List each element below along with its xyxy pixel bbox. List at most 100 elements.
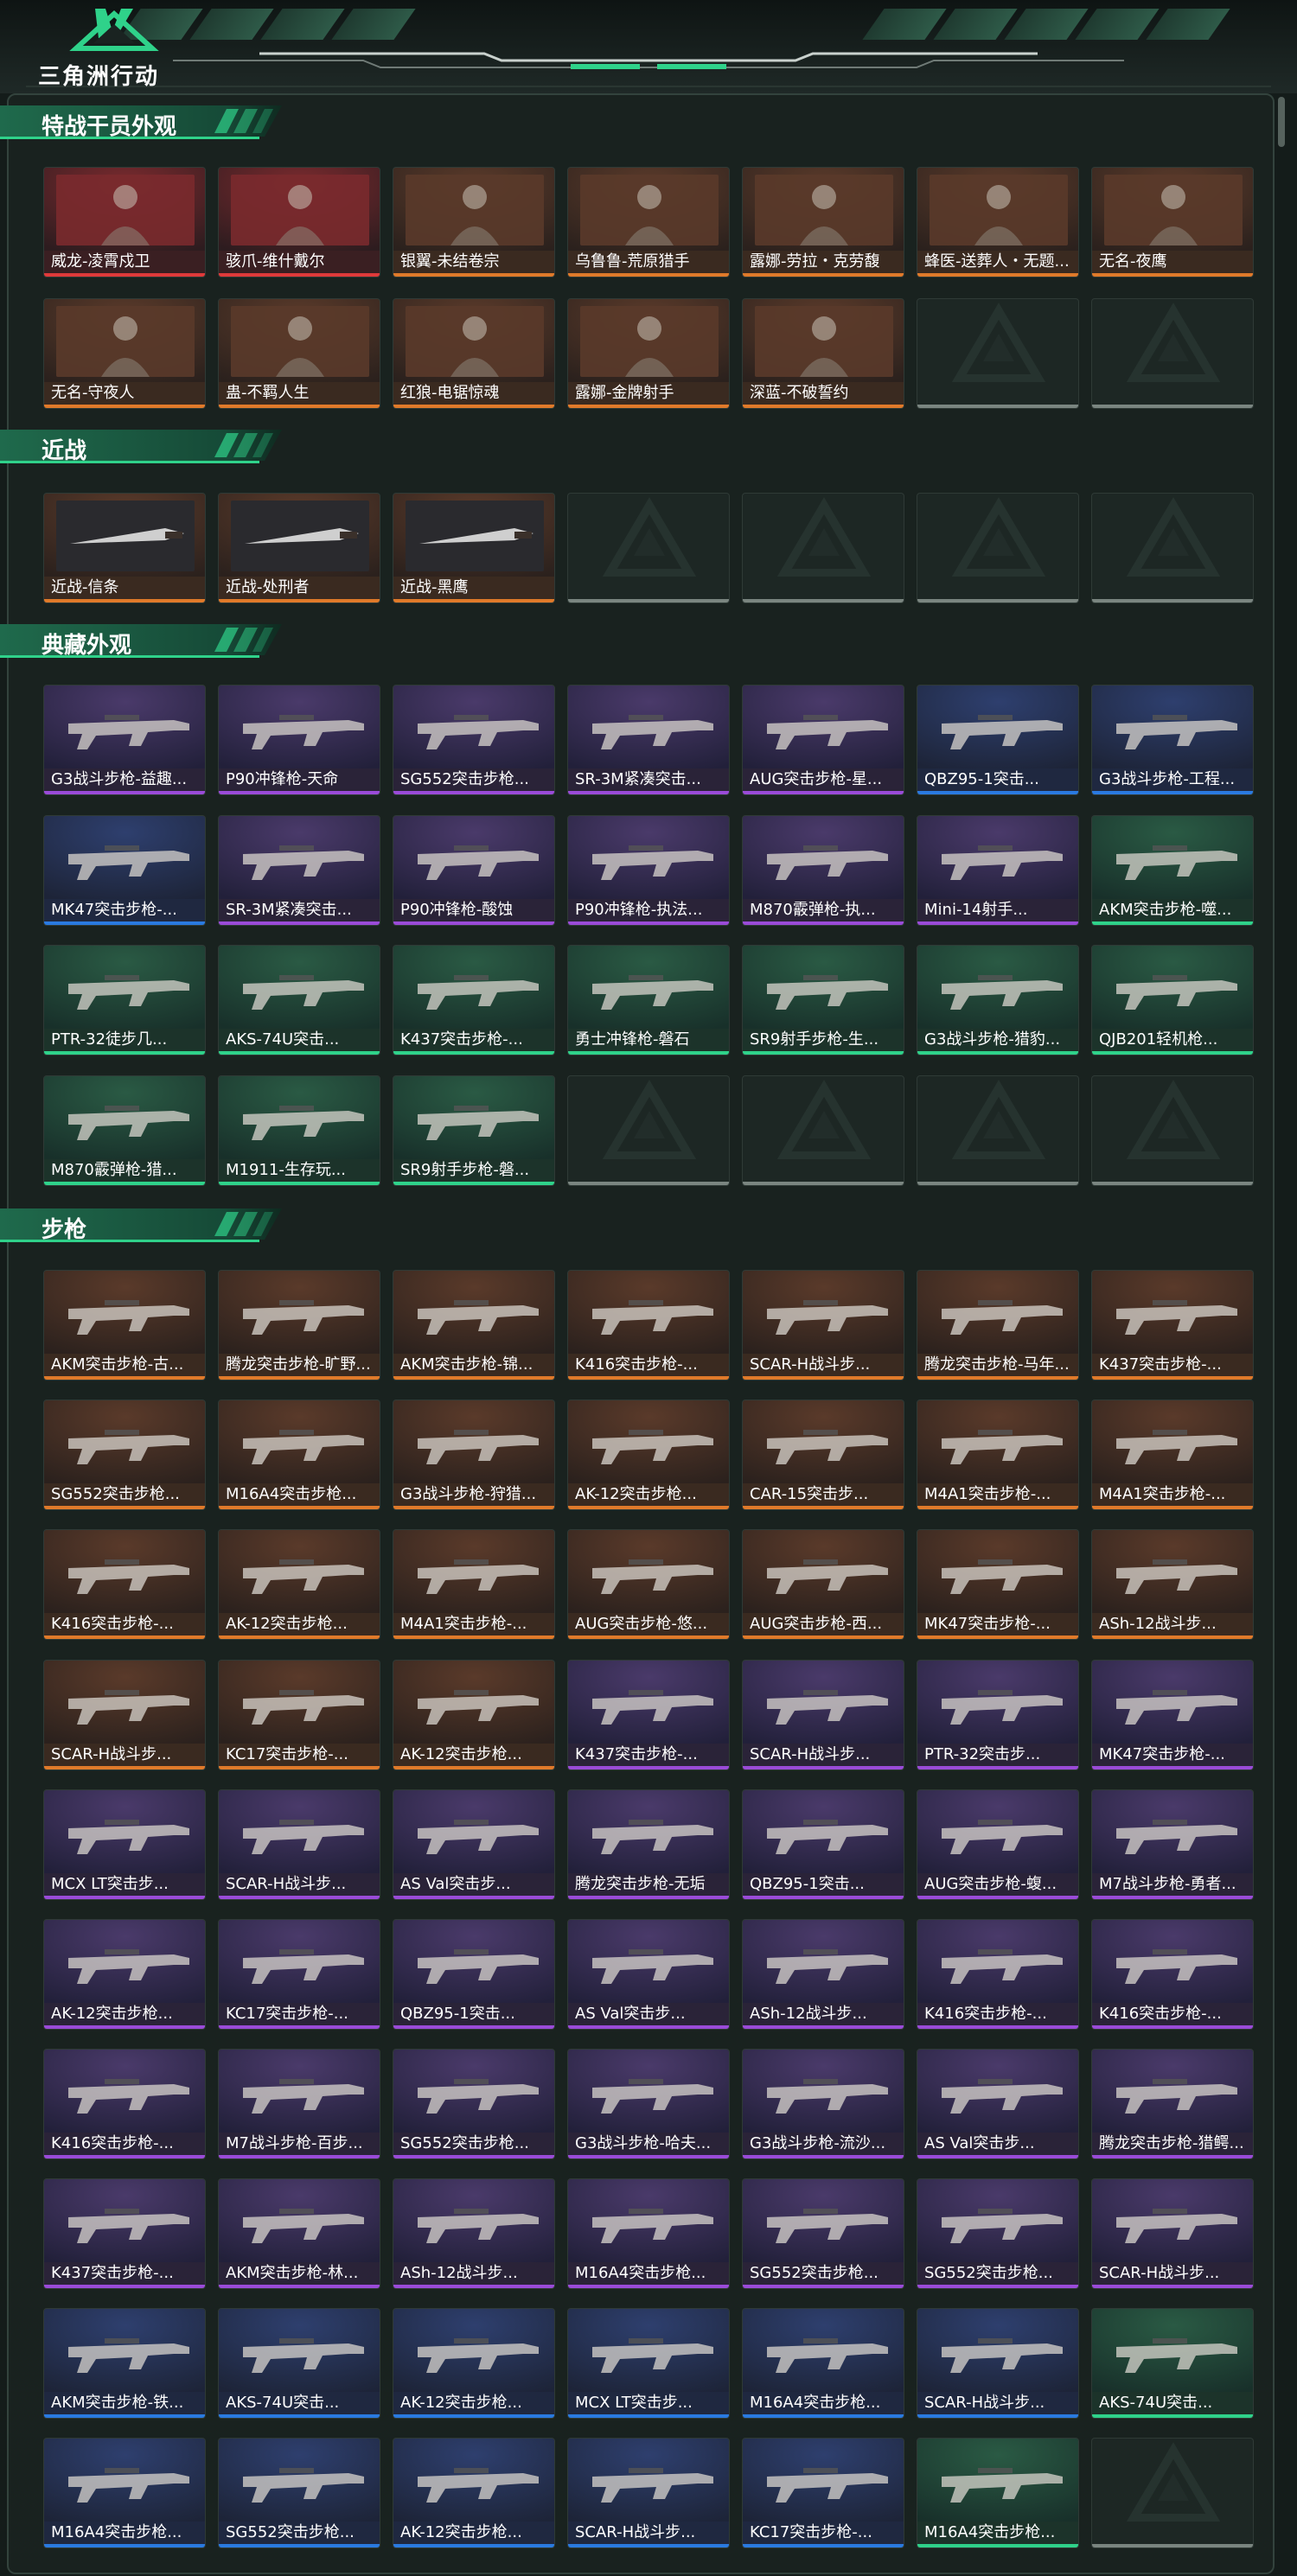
skin-card-m16a4[interactable]: M16A4突击步枪...	[218, 1400, 380, 1510]
skin-card-item[interactable]: 近战-处刑者	[218, 493, 380, 603]
skin-card-m870[interactable]: M870霰弹枪-执...	[742, 815, 904, 926]
skin-card-g3[interactable]: G3战斗步枪-流沙...	[742, 2049, 904, 2159]
skin-card-m870[interactable]: M870霰弹枪-猎...	[43, 1075, 206, 1186]
skin-card-ak-12[interactable]: AK-12突击步枪...	[218, 1529, 380, 1640]
skin-card-sr9[interactable]: SR9射手步枪-磐...	[393, 1075, 555, 1186]
skin-card-m4a1[interactable]: M4A1突击步枪-...	[917, 1400, 1079, 1510]
skin-card-item[interactable]: 骇爪-维什戴尔	[218, 167, 380, 277]
skin-card-g3[interactable]: G3战斗步枪-益趣...	[43, 685, 206, 795]
skin-card-ash-12[interactable]: ASh-12战斗步...	[742, 1919, 904, 2030]
skin-card-ptr-32[interactable]: PTR-32徒步几...	[43, 945, 206, 1055]
skin-card-mk47[interactable]: MK47突击步枪-...	[1091, 1660, 1254, 1770]
skin-card-g3[interactable]: G3战斗步枪-狩猎...	[393, 1400, 555, 1510]
skin-card-qjb201[interactable]: QJB201轻机枪...	[1091, 945, 1254, 1055]
skin-card-qbz95-1[interactable]: QBZ95-1突击...	[393, 1919, 555, 2030]
skin-card-ash-12[interactable]: ASh-12战斗步...	[393, 2178, 555, 2289]
skin-card-sg552[interactable]: SG552突击步枪...	[393, 685, 555, 795]
skin-card-item[interactable]: 勇士冲锋枪-磐石	[567, 945, 730, 1055]
skin-card-k416[interactable]: K416突击步枪-...	[917, 1919, 1079, 2030]
skin-card-m16a4[interactable]: M16A4突击步枪...	[742, 2308, 904, 2419]
skin-card-item[interactable]: 银翼-未结卷宗	[393, 167, 555, 277]
skin-card-sr-3m[interactable]: SR-3M紧凑突击...	[567, 685, 730, 795]
skin-card-mk47[interactable]: MK47突击步枪-...	[43, 815, 206, 926]
skin-card-m7[interactable]: M7战斗步枪-勇者...	[1091, 1789, 1254, 1900]
skin-card-m16a4[interactable]: M16A4突击步枪...	[43, 2438, 206, 2548]
skin-card-m4a1[interactable]: M4A1突击步枪-...	[393, 1529, 555, 1640]
skin-card-ak-12[interactable]: AK-12突击步枪...	[393, 2438, 555, 2548]
skin-card-item[interactable]: 近战-信条	[43, 493, 206, 603]
skin-card-qbz95-1[interactable]: QBZ95-1突击...	[917, 685, 1079, 795]
skin-card-as-val[interactable]: AS Val突击步...	[567, 1919, 730, 2030]
skin-card-aug[interactable]: AUG突击步枪-蝮...	[917, 1789, 1079, 1900]
skin-card-scar-h[interactable]: SCAR-H战斗步...	[742, 1660, 904, 1770]
skin-card-scar-h[interactable]: SCAR-H战斗步...	[1091, 2178, 1254, 2289]
skin-card-g3[interactable]: G3战斗步枪-猎豹...	[917, 945, 1079, 1055]
skin-card-p90[interactable]: P90冲锋枪-酸蚀	[393, 815, 555, 926]
skin-card-p90[interactable]: P90冲锋枪-执法...	[567, 815, 730, 926]
skin-card-item[interactable]: 红狼-电锯惊魂	[393, 298, 555, 409]
skin-card-ak-12[interactable]: AK-12突击步枪...	[43, 1919, 206, 2030]
skin-card-g3[interactable]: G3战斗步枪-哈夫...	[567, 2049, 730, 2159]
skin-card-k416[interactable]: K416突击步枪-...	[567, 1270, 730, 1380]
skin-card-mcx-lt[interactable]: MCX LT突击步...	[43, 1789, 206, 1900]
skin-card-akm[interactable]: AKM突击步枪-噬...	[1091, 815, 1254, 926]
skin-card-item[interactable]: 近战-黑鹰	[393, 493, 555, 603]
skin-card-aug[interactable]: AUG突击步枪-悠...	[567, 1529, 730, 1640]
skin-card-kc17[interactable]: KC17突击步枪-...	[218, 1919, 380, 2030]
skin-card-mini-14[interactable]: Mini-14射手...	[917, 815, 1079, 926]
skin-card-mk47[interactable]: MK47突击步枪-...	[917, 1529, 1079, 1640]
skin-card-as-val[interactable]: AS Val突击步...	[917, 2049, 1079, 2159]
skin-card-item[interactable]: 腾龙突击步枪-猎鳄...	[1091, 2049, 1254, 2159]
skin-card-sr9[interactable]: SR9射手步枪-生...	[742, 945, 904, 1055]
skin-card-k437[interactable]: K437突击步枪-...	[567, 1660, 730, 1770]
skin-card-item[interactable]: 腾龙突击步枪-旷野...	[218, 1270, 380, 1380]
skin-card-sg552[interactable]: SG552突击步枪...	[917, 2178, 1079, 2289]
skin-card-m4a1[interactable]: M4A1突击步枪-...	[1091, 1400, 1254, 1510]
skin-card-item[interactable]: 深蓝-不破誓约	[742, 298, 904, 409]
skin-card-item[interactable]: 蜂医-送葬人・无题...	[917, 167, 1079, 277]
skin-card-item[interactable]: 乌鲁鲁-荒原猎手	[567, 167, 730, 277]
skin-card-k437[interactable]: K437突击步枪-...	[1091, 1270, 1254, 1380]
skin-card-k437[interactable]: K437突击步枪-...	[43, 2178, 206, 2289]
skin-card-aks-74u[interactable]: AKS-74U突击...	[1091, 2308, 1254, 2419]
skin-card-item[interactable]: 露娜-劳拉・克劳馥	[742, 167, 904, 277]
skin-card-m7[interactable]: M7战斗步枪-百步...	[218, 2049, 380, 2159]
skin-card-m1911[interactable]: M1911-生存玩...	[218, 1075, 380, 1186]
scroll-thumb[interactable]	[1278, 97, 1285, 147]
scrollbar[interactable]	[1275, 93, 1288, 2571]
skin-card-akm[interactable]: AKM突击步枪-林...	[218, 2178, 380, 2289]
skin-card-aug[interactable]: AUG突击步枪-西...	[742, 1529, 904, 1640]
skin-card-kc17[interactable]: KC17突击步枪-...	[218, 1660, 380, 1770]
skin-card-item[interactable]: 露娜-金牌射手	[567, 298, 730, 409]
skin-card-scar-h[interactable]: SCAR-H战斗步...	[43, 1660, 206, 1770]
skin-card-k416[interactable]: K416突击步枪-...	[43, 1529, 206, 1640]
skin-card-ak-12[interactable]: AK-12突击步枪...	[567, 1400, 730, 1510]
skin-card-car-15[interactable]: CAR-15突击步...	[742, 1400, 904, 1510]
skin-card-aks-74u[interactable]: AKS-74U突击...	[218, 945, 380, 1055]
skin-card-scar-h[interactable]: SCAR-H战斗步...	[917, 2308, 1079, 2419]
skin-card-mcx-lt[interactable]: MCX LT突击步...	[567, 2308, 730, 2419]
skin-card-ptr-32[interactable]: PTR-32突击步...	[917, 1660, 1079, 1770]
skin-card-akm[interactable]: AKM突击步枪-铁...	[43, 2308, 206, 2419]
skin-card-m16a4[interactable]: M16A4突击步枪...	[567, 2178, 730, 2289]
skin-card-sg552[interactable]: SG552突击步枪...	[742, 2178, 904, 2289]
skin-card-ash-12[interactable]: ASh-12战斗步...	[1091, 1529, 1254, 1640]
skin-card-item[interactable]: 无名-守夜人	[43, 298, 206, 409]
skin-card-item[interactable]: 威龙-凌霄戍卫	[43, 167, 206, 277]
skin-card-k416[interactable]: K416突击步枪-...	[1091, 1919, 1254, 2030]
skin-card-k437[interactable]: K437突击步枪-...	[393, 945, 555, 1055]
skin-card-as-val[interactable]: AS Val突击步...	[393, 1789, 555, 1900]
skin-card-item[interactable]: 腾龙突击步枪-马年...	[917, 1270, 1079, 1380]
skin-card-p90[interactable]: P90冲锋枪-天命	[218, 685, 380, 795]
skin-card-qbz95-1[interactable]: QBZ95-1突击...	[742, 1789, 904, 1900]
skin-card-akm[interactable]: AKM突击步枪-古...	[43, 1270, 206, 1380]
skin-card-ak-12[interactable]: AK-12突击步枪...	[393, 1660, 555, 1770]
skin-card-item[interactable]: 无名-夜鹰	[1091, 167, 1254, 277]
skin-card-m16a4[interactable]: M16A4突击步枪...	[917, 2438, 1079, 2548]
skin-card-scar-h[interactable]: SCAR-H战斗步...	[742, 1270, 904, 1380]
skin-card-g3[interactable]: G3战斗步枪-工程...	[1091, 685, 1254, 795]
skin-card-aks-74u[interactable]: AKS-74U突击...	[218, 2308, 380, 2419]
skin-card-sr-3m[interactable]: SR-3M紧凑突击...	[218, 815, 380, 926]
skin-card-k416[interactable]: K416突击步枪-...	[43, 2049, 206, 2159]
skin-card-sg552[interactable]: SG552突击步枪...	[218, 2438, 380, 2548]
